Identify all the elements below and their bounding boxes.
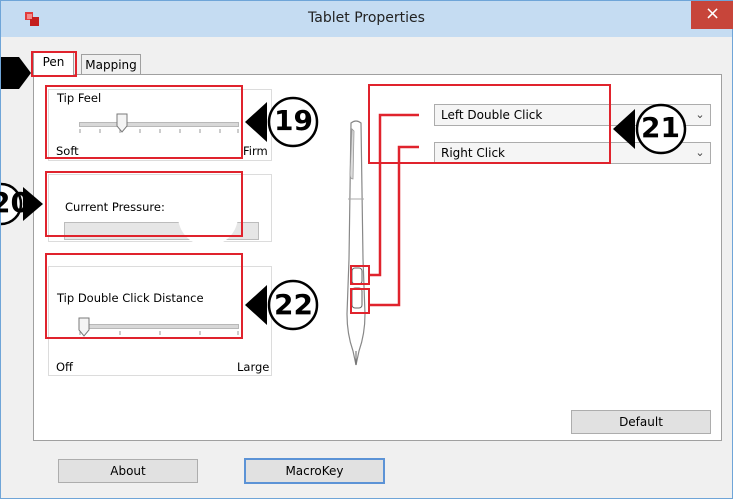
callout-arrow-pen-tab (1, 57, 31, 89)
callout-21-label: 21 (641, 111, 680, 144)
macrokey-button[interactable]: MacroKey (244, 458, 385, 484)
highlight-double-click (45, 253, 243, 339)
title-bar: Tablet Properties × (1, 1, 733, 37)
callout-20-label: 20 (0, 186, 30, 219)
highlight-pen-buttons (368, 84, 611, 164)
double-click-min-label: Off (56, 360, 73, 374)
callout-22-label: 22 (274, 288, 313, 321)
double-click-max-label: Large (237, 360, 270, 374)
close-icon: × (704, 3, 721, 24)
callout-19-label: 19 (274, 104, 313, 137)
highlight-tip-feel (45, 85, 243, 159)
window-title: Tablet Properties (308, 10, 425, 26)
default-button[interactable]: Default (571, 410, 711, 434)
close-button[interactable]: × (691, 1, 733, 29)
tablet-properties-window: Tablet Properties × Pen Mapping Tip Feel… (0, 0, 733, 499)
chevron-down-icon: ⌄ (695, 146, 705, 159)
chevron-down-icon: ⌄ (695, 108, 705, 121)
about-button[interactable]: About (58, 459, 198, 483)
highlight-pen-tab (31, 51, 77, 77)
highlight-pressure (45, 171, 243, 237)
tab-mapping[interactable]: Mapping (81, 54, 141, 75)
